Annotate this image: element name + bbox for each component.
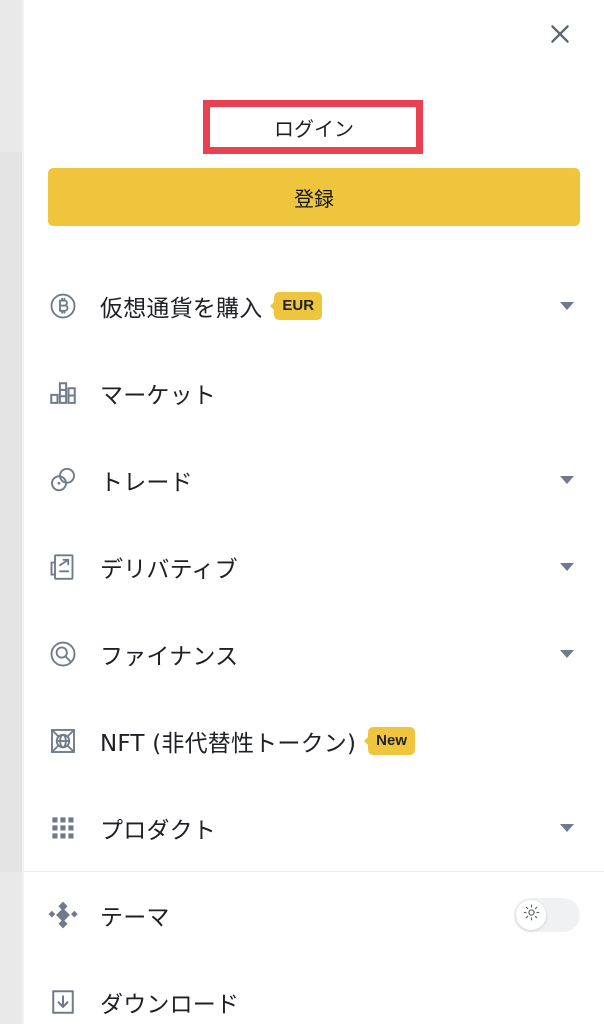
register-row: 登録 <box>24 168 604 226</box>
menu-item-finance[interactable]: ファイナンス <box>24 610 604 697</box>
derivatives-document-icon <box>46 550 80 584</box>
menu-item-buy-crypto[interactable]: 仮想通貨を購入 EUR <box>24 262 604 349</box>
auth-area: ログイン 登録 <box>24 96 604 226</box>
register-button[interactable]: 登録 <box>48 168 580 226</box>
sun-icon <box>523 904 540 926</box>
finance-search-icon <box>46 637 80 671</box>
page-behind-overlay-lower <box>0 152 22 872</box>
close-icon <box>547 21 573 47</box>
menu-item-download[interactable]: ダウンロード <box>24 958 604 1024</box>
menu-item-label: ダウンロード <box>100 991 240 1018</box>
menu-item-label: トレード <box>100 469 193 496</box>
new-badge: New <box>368 726 415 755</box>
menu-item-products[interactable]: プロダクト <box>24 784 604 871</box>
nft-frame-icon <box>46 724 80 758</box>
menu-item-label: 仮想通貨を購入 <box>100 295 263 322</box>
menu-item-nft[interactable]: NFT (非代替性トークン) New <box>24 697 604 784</box>
grid-dots-icon <box>46 811 80 845</box>
bitcoin-circle-icon <box>46 289 80 323</box>
menu-item-derivatives[interactable]: デリバティブ <box>24 523 604 610</box>
menu-item-label: NFT (非代替性トークン) <box>100 730 357 757</box>
menu-item-label: ファイナンス <box>100 643 239 670</box>
download-box-icon <box>46 985 80 1019</box>
menu-item-label: プロダクト <box>100 817 216 844</box>
theme-toggle-knob <box>516 900 546 930</box>
chevron-down-icon <box>560 301 574 310</box>
chevron-down-icon <box>560 649 574 658</box>
menu-item-theme[interactable]: テーマ <box>24 871 604 958</box>
currency-badge: EUR <box>274 291 323 320</box>
navigation-drawer: ログイン 登録 仮想通貨を購入 EUR マーケット トレード デリバティブ ファ… <box>24 0 604 1024</box>
trade-coins-icon <box>46 463 80 497</box>
menu-item-label: マーケット <box>100 382 216 409</box>
menu-item-label: テーマ <box>100 905 170 931</box>
close-button[interactable] <box>538 12 582 56</box>
bar-chart-icon <box>46 376 80 410</box>
theme-toggle[interactable] <box>514 898 580 932</box>
binance-diamond-icon <box>46 898 80 932</box>
main-menu: 仮想通貨を購入 EUR マーケット トレード デリバティブ ファイナンス NFT… <box>24 262 604 1024</box>
login-button[interactable]: ログイン <box>48 102 580 152</box>
menu-item-markets[interactable]: マーケット <box>24 349 604 436</box>
app-screen: ログイン 登録 仮想通貨を購入 EUR マーケット トレード デリバティブ ファ… <box>0 0 604 1024</box>
chevron-down-icon <box>560 823 574 832</box>
login-row: ログイン <box>24 96 604 158</box>
menu-item-label: デリバティブ <box>100 556 238 583</box>
menu-item-trade[interactable]: トレード <box>24 436 604 523</box>
chevron-down-icon <box>560 562 574 571</box>
chevron-down-icon <box>560 475 574 484</box>
